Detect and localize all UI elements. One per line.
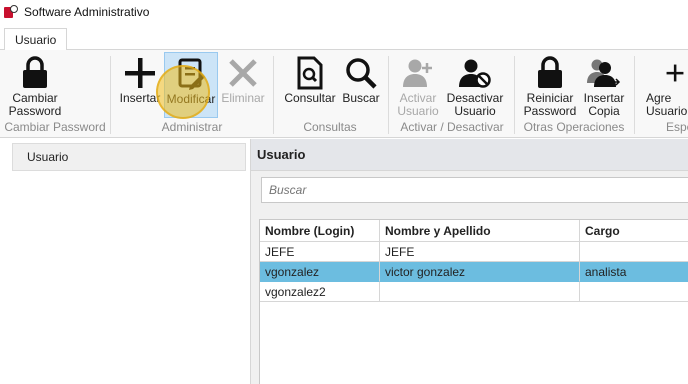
group-label-administrar: Administrar (161, 120, 223, 134)
buscar-label: Buscar (342, 91, 380, 105)
column-header-cargo[interactable]: Cargo (580, 220, 688, 242)
table-row[interactable]: JEFE JEFE (260, 242, 688, 262)
group-separator (634, 56, 635, 134)
lock-icon (15, 54, 55, 92)
title-bar: Software Administrativo (0, 0, 688, 24)
cell-cargo (580, 282, 688, 302)
user-block-icon (455, 54, 495, 92)
modificar-label: Modificar (166, 92, 216, 106)
group-separator (110, 56, 111, 134)
cell-login: vgonzalez2 (260, 282, 380, 302)
plus-icon (120, 54, 160, 92)
cell-cargo: analista (580, 262, 688, 282)
cell-nombre: JEFE (380, 242, 580, 262)
insertar-copia-label: Insertar Copia (583, 91, 625, 118)
insertar-button[interactable]: Insertar (118, 52, 162, 118)
section-title: Usuario (251, 139, 688, 171)
user-add-icon (398, 54, 438, 92)
eliminar-button[interactable]: Eliminar (220, 52, 266, 118)
modificar-button[interactable]: Modificar (164, 52, 218, 118)
consultar-button[interactable]: Consultar (282, 52, 338, 118)
table-row[interactable]: vgonzalez2 (260, 282, 688, 302)
insertar-copia-button[interactable]: Insertar Copia (580, 52, 628, 118)
x-icon (223, 54, 263, 92)
agregar-usuario-button[interactable]: Agre Usuario (644, 52, 688, 118)
cell-nombre (380, 282, 580, 302)
agregar-usuario-label: Agre Usuario (646, 91, 688, 118)
group-separator (388, 56, 389, 134)
group-label-otras-operaciones: Otras Operaciones (523, 120, 625, 134)
table-row-selected[interactable]: vgonzalez victor gonzalez analista (260, 262, 688, 282)
document-search-icon (290, 54, 330, 92)
content-pane: Usuario Nombre (Login) Nombre y Apellido… (251, 139, 688, 384)
lock-icon (530, 54, 570, 92)
activar-usuario-button[interactable]: Activar Usuario (394, 52, 442, 118)
plus-icon (644, 54, 684, 92)
eliminar-label: Eliminar (221, 91, 265, 105)
cambiar-password-button[interactable]: Cambiar Password (4, 52, 66, 118)
ribbon: Cambiar Password Cambiar Password Insert… (0, 50, 688, 138)
desactivar-usuario-label: Desactivar Usuario (446, 91, 504, 118)
group-label-cambiar-password: Cambiar Password (4, 120, 106, 134)
group-label-consultas: Consultas (303, 120, 357, 134)
users-grid: Nombre (Login) Nombre y Apellido Cargo J… (259, 219, 688, 384)
cell-login: JEFE (260, 242, 380, 262)
grid-header-row: Nombre (Login) Nombre y Apellido Cargo (260, 220, 688, 242)
reiniciar-password-button[interactable]: Reiniciar Password (520, 52, 580, 118)
desactivar-usuario-button[interactable]: Desactivar Usuario (444, 52, 506, 118)
cell-cargo (580, 242, 688, 262)
users-copy-icon (584, 54, 624, 92)
reiniciar-password-label: Reiniciar Password (523, 91, 577, 118)
tab-usuario[interactable]: Usuario (4, 28, 68, 51)
nav-item-usuario[interactable]: Usuario (12, 143, 246, 171)
column-header-nombre[interactable]: Nombre y Apellido (380, 220, 580, 242)
group-label-activar-desactivar: Activar / Desactivar (400, 120, 504, 134)
app-icon (4, 5, 18, 19)
group-label-especial: Espe (666, 120, 688, 134)
cambiar-password-label: Cambiar Password (8, 91, 62, 118)
consultar-label: Consultar (284, 91, 336, 105)
edit-document-icon (171, 55, 211, 93)
column-header-login[interactable]: Nombre (Login) (260, 220, 380, 242)
window-title: Software Administrativo (24, 5, 150, 19)
navigation-pane: Usuario (0, 139, 251, 384)
activar-usuario-label: Activar Usuario (397, 91, 439, 118)
search-input[interactable] (261, 177, 688, 203)
cell-nombre: victor gonzalez (380, 262, 580, 282)
magnifier-icon (341, 54, 381, 92)
insertar-label: Insertar (119, 91, 161, 105)
cell-login: vgonzalez (260, 262, 380, 282)
group-separator (514, 56, 515, 134)
ribbon-tab-strip: Usuario (0, 24, 688, 51)
buscar-button[interactable]: Buscar (340, 52, 382, 118)
